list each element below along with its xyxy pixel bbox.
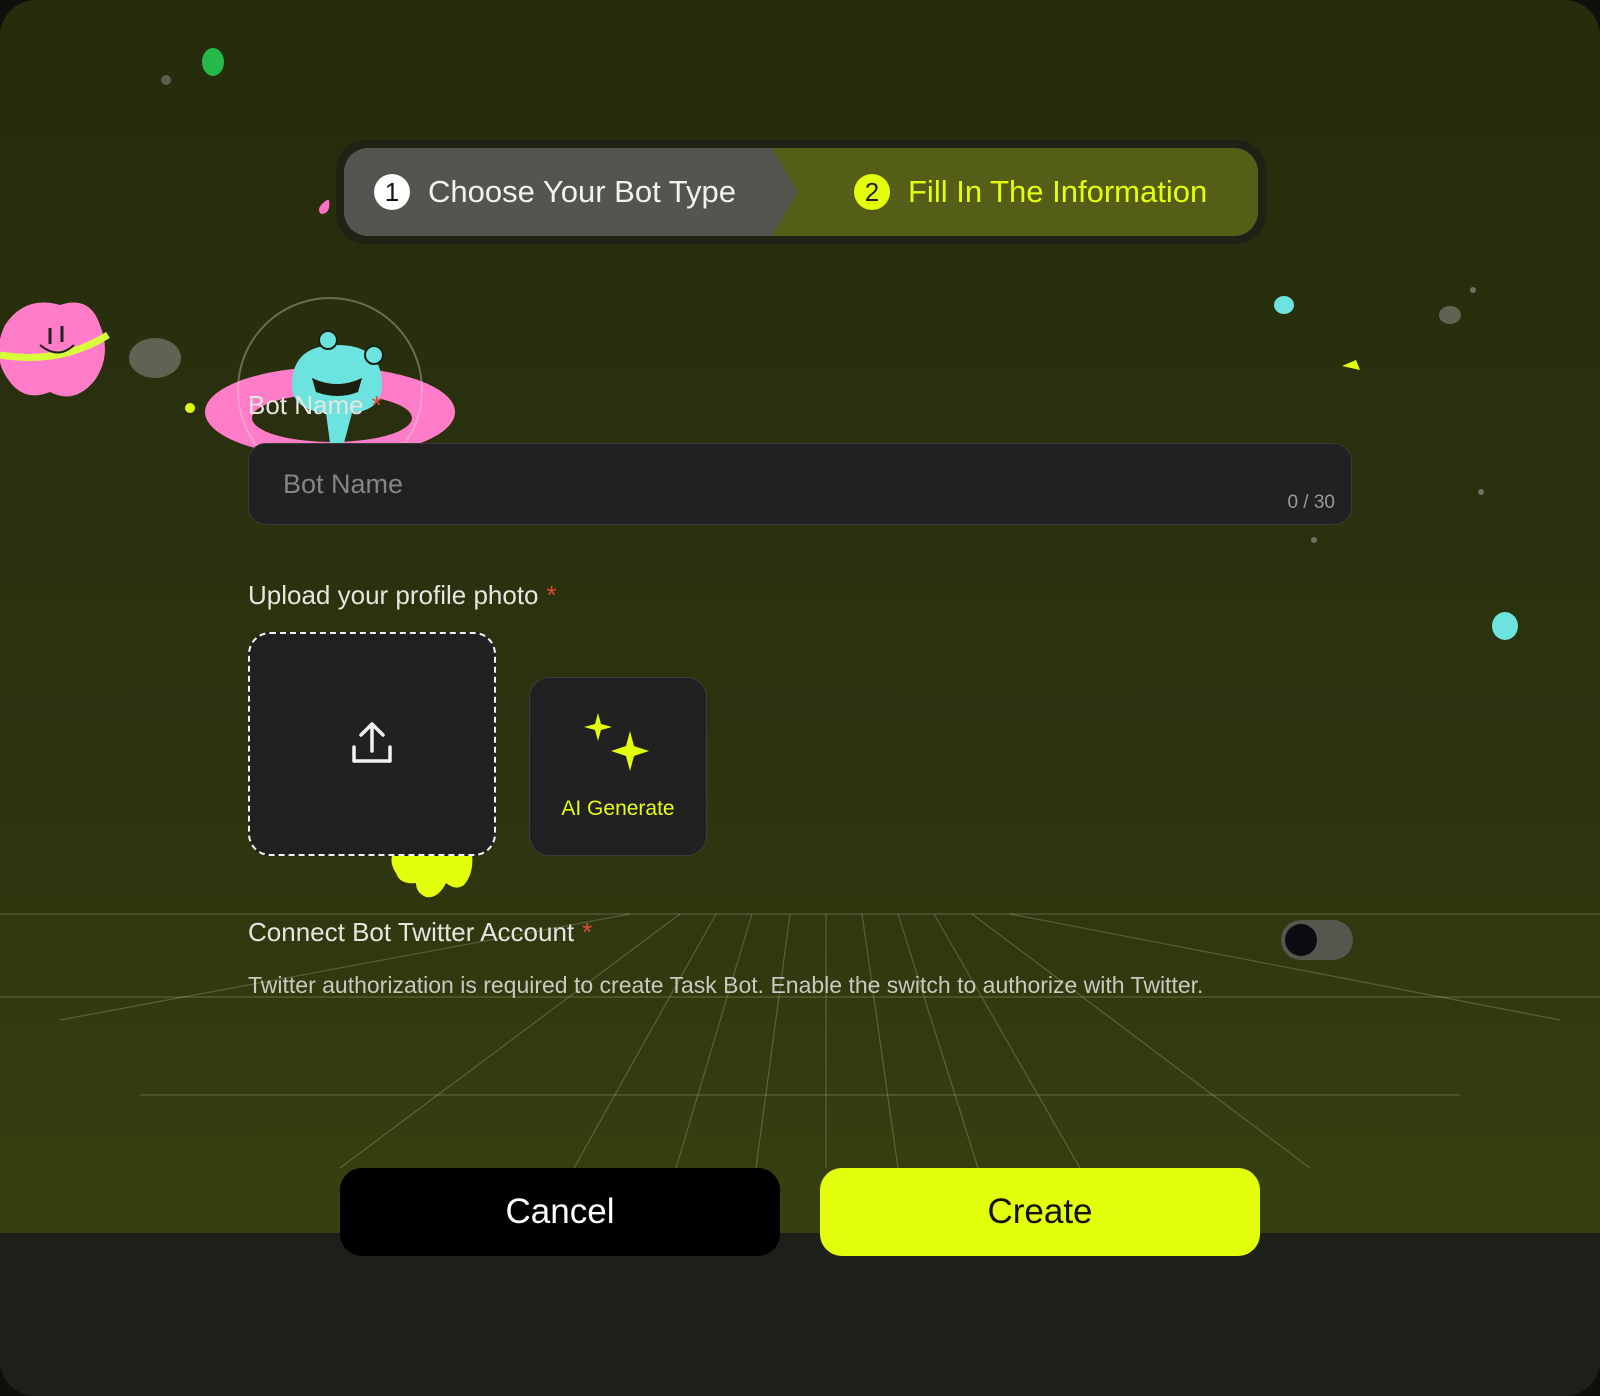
required-mark: * [582, 917, 593, 947]
create-button[interactable]: Create [820, 1168, 1260, 1256]
sparkle-icon [584, 712, 649, 771]
twitter-account-label: Connect Bot Twitter Account * [248, 917, 592, 948]
step-number: 1 [374, 174, 410, 210]
profile-photo-label-text: Upload your profile photo [248, 580, 539, 610]
toggle-knob [1285, 924, 1317, 956]
bot-name-label-text: Bot Name [248, 390, 364, 420]
upload-icon [352, 722, 392, 763]
stepper: 1 Choose Your Bot Type 2 Fill In The Inf… [336, 140, 1266, 244]
upload-photo-dropzone[interactable] [248, 632, 496, 856]
profile-photo-label: Upload your profile photo * [248, 580, 557, 611]
twitter-description: Twitter authorization is required to cre… [248, 972, 1204, 998]
cancel-button[interactable]: Cancel [340, 1168, 780, 1256]
ai-generate-button[interactable]: AI Generate [529, 677, 707, 856]
step-label: Choose Your Bot Type [428, 174, 736, 209]
twitter-account-label-text: Connect Bot Twitter Account [248, 917, 575, 947]
ai-generate-label: AI Generate [561, 796, 675, 820]
footer-band [0, 1233, 1600, 1396]
bot-name-input[interactable] [249, 444, 1351, 524]
step-fill-information[interactable]: 2 Fill In The Information [772, 148, 1258, 236]
twitter-connect-toggle[interactable] [1281, 920, 1353, 960]
bot-name-label: Bot Name * [248, 390, 382, 421]
required-mark: * [546, 580, 557, 610]
step-label: Fill In The Information [908, 174, 1208, 209]
bot-name-field[interactable]: 0 / 30 [248, 443, 1352, 525]
create-bot-modal: 1 Choose Your Bot Type 2 Fill In The Inf… [0, 0, 1600, 1396]
required-mark: * [371, 390, 382, 420]
step-number: 2 [854, 174, 890, 210]
character-counter: 0 / 30 [1287, 492, 1335, 513]
